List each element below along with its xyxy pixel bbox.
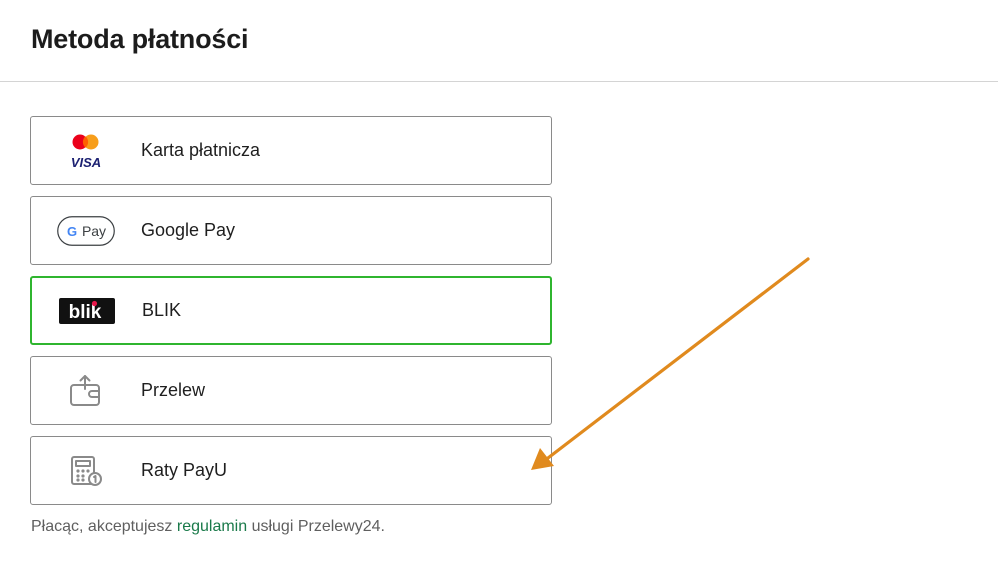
- page-header: Metoda płatności: [0, 0, 998, 82]
- visa-logo-text: VISA: [71, 155, 101, 170]
- wallet-transfer-icon: [31, 357, 141, 424]
- blik-icon: blik: [32, 278, 142, 343]
- payment-method-label: Przelew: [141, 380, 206, 400]
- google-g-letter: G: [67, 224, 77, 239]
- calculator-installments-icon: [31, 437, 141, 504]
- page-title: Metoda płatności: [31, 24, 249, 54]
- payment-methods-list: VISA Karta płatnicza G Pay Google Pay bl…: [30, 116, 552, 516]
- payment-method-installments[interactable]: Raty PayU: [30, 436, 552, 505]
- payment-method-label: BLIK: [142, 300, 182, 320]
- payment-method-google-pay[interactable]: G Pay Google Pay: [30, 196, 552, 265]
- terms-suffix: usługi Przelewy24.: [247, 518, 385, 535]
- blik-logo-text: blik: [69, 302, 102, 323]
- terms-link[interactable]: regulamin: [177, 518, 247, 535]
- payment-method-card[interactable]: VISA Karta płatnicza: [30, 116, 552, 185]
- google-pay-icon: G Pay: [31, 197, 141, 264]
- payment-method-label: Raty PayU: [141, 460, 228, 480]
- gpay-logo-text: Pay: [82, 223, 106, 239]
- terms-note: Płacąc, akceptujesz regulamin usługi Prz…: [31, 518, 385, 536]
- card-visa-mastercard-icon: VISA: [31, 117, 141, 184]
- payment-method-blik[interactable]: blik BLIK: [30, 276, 552, 345]
- terms-prefix: Płacąc, akceptujesz: [31, 518, 177, 535]
- payment-method-transfer[interactable]: Przelew: [30, 356, 552, 425]
- payment-method-label: Google Pay: [141, 220, 236, 240]
- payment-method-label: Karta płatnicza: [141, 140, 261, 160]
